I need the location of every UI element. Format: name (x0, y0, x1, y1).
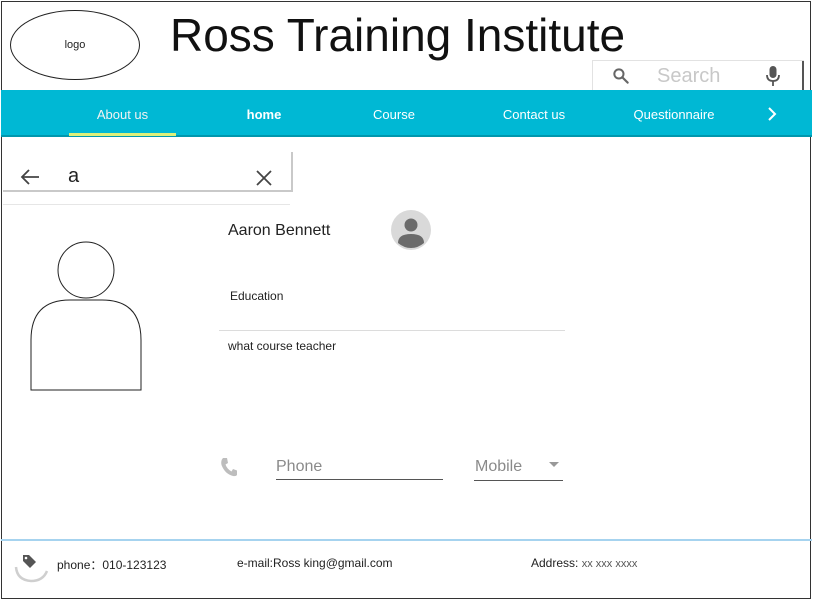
phone-type-value: Mobile (475, 458, 523, 475)
tag-icon (14, 555, 49, 583)
address-label: Address: (531, 556, 582, 570)
chevron-down-icon (549, 462, 559, 467)
nav-item-questionnaire[interactable]: Questionnaire (619, 90, 729, 135)
search-icon[interactable] (611, 66, 631, 86)
nav-item-contact-us[interactable]: Contact us (484, 90, 584, 135)
footer-address: Address: xx xxx xxxx (531, 556, 637, 570)
microphone-icon[interactable] (765, 65, 781, 87)
main-nav: About us home Course Contact us Question… (1, 90, 812, 137)
search-input[interactable] (657, 63, 767, 89)
nav-item-about-us[interactable]: About us (69, 90, 176, 136)
address-value: xx xxx xxxx (581, 558, 638, 570)
filter-search-bar (3, 152, 293, 192)
nav-item-label: About us (96, 107, 149, 122)
education-label: Education (230, 289, 284, 303)
footer-email[interactable]: e-mail:Ross king@gmail.com (237, 556, 393, 570)
avatar[interactable] (391, 210, 431, 250)
nav-item-label: Questionnaire (633, 107, 715, 122)
nav-item-course[interactable]: Course (344, 90, 444, 135)
phone-input[interactable] (276, 454, 443, 480)
divider (3, 204, 290, 205)
nav-item-label: home (246, 107, 282, 122)
active-indicator (69, 133, 176, 136)
logo-text: logo (64, 39, 86, 51)
nav-item-label: Contact us (502, 107, 566, 122)
nav-item-home[interactable]: home (214, 90, 314, 135)
logo[interactable]: logo (10, 10, 140, 80)
footer-divider (1, 539, 812, 541)
chevron-right-icon[interactable] (761, 103, 783, 125)
nav-item-label: Course (373, 107, 415, 122)
search-bar (592, 60, 804, 91)
site-title: Ross Training Institute (170, 9, 626, 61)
divider (219, 330, 565, 331)
filter-input[interactable] (68, 164, 228, 188)
course-text: what course teacher (228, 339, 337, 353)
phone-type-dropdown[interactable]: Mobile (474, 454, 563, 481)
close-icon[interactable] (254, 168, 274, 188)
footer-phone: phone：010-123123 (57, 558, 167, 572)
teacher-name: Aaron Bennett (228, 222, 331, 239)
search-divider (802, 61, 804, 91)
phone-icon (221, 458, 237, 477)
profile-photo-placeholder (30, 241, 142, 391)
arrow-left-icon[interactable] (19, 166, 41, 188)
